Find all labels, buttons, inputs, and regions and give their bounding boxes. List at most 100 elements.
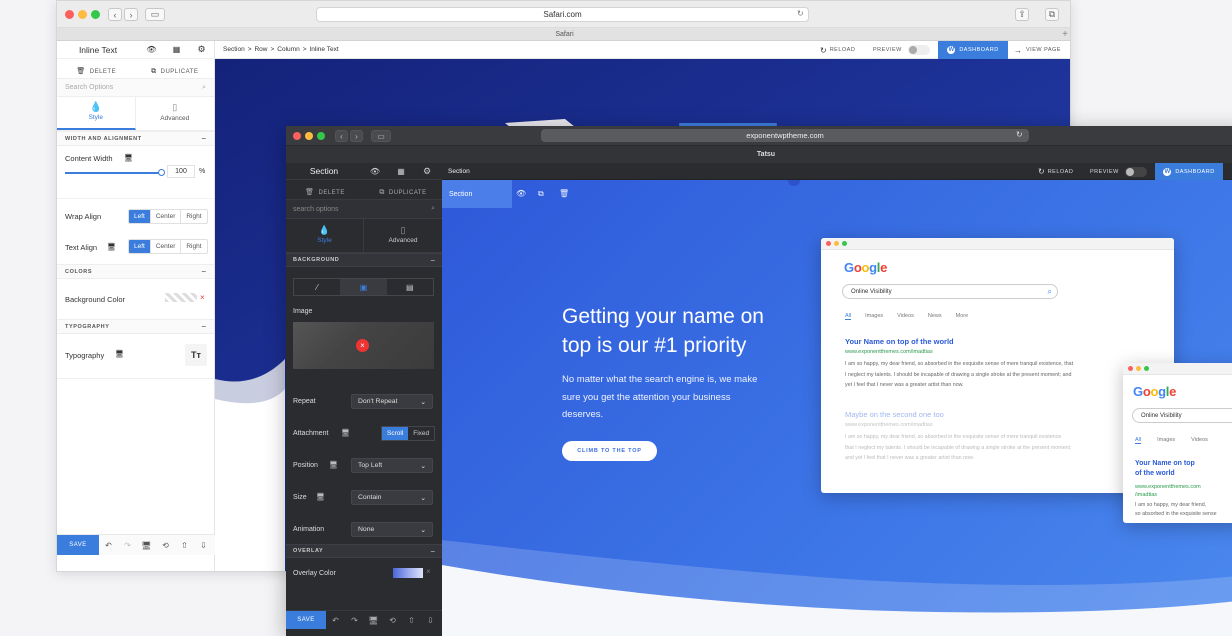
view-page-button[interactable]: → VIEW PAGE: [1014, 41, 1061, 59]
collapse-icon[interactable]: −: [430, 256, 435, 265]
sidebar-toggle-icon[interactable]: ▭: [145, 8, 165, 21]
crumb-row[interactable]: Row: [254, 46, 267, 53]
maximize-dot[interactable]: [317, 132, 325, 140]
tab-style[interactable]: 💧 Style: [57, 97, 136, 130]
wrap-align-left[interactable]: Left: [129, 210, 151, 223]
remove-image-icon[interactable]: ×: [356, 339, 369, 352]
copy-icon[interactable]: ⧉: [538, 189, 544, 199]
reload-button[interactable]: ↻ RELOAD: [1038, 163, 1073, 180]
undo-icon[interactable]: ↶: [99, 541, 118, 550]
responsive-icon[interactable]: 🖥: [364, 616, 383, 625]
reload-icon[interactable]: ↻: [797, 9, 804, 18]
wrap-align-center[interactable]: Center: [151, 210, 182, 223]
mock-tab[interactable]: More: [956, 313, 969, 320]
gear-icon[interactable]: ⚙: [414, 166, 440, 177]
section-colors[interactable]: COLORS −: [57, 264, 214, 279]
desktop-icon[interactable]: 🖥: [341, 429, 350, 437]
text-align-right[interactable]: Right: [181, 240, 206, 253]
sidebar-toggle-icon[interactable]: ▭: [371, 130, 391, 142]
eye-icon[interactable]: 👁: [139, 45, 164, 54]
close-dot[interactable]: [65, 10, 74, 19]
result-title[interactable]: Maybe on the second one too: [845, 410, 1113, 419]
share-icon[interactable]: ⇪: [1015, 8, 1029, 21]
desktop-icon[interactable]: 🖥: [124, 154, 133, 162]
mock-search-input[interactable]: Online Visibility: [1132, 408, 1232, 423]
save-button[interactable]: SAVE: [286, 611, 326, 629]
content-width-unit[interactable]: %: [199, 168, 205, 175]
forward-arrow-icon[interactable]: ›: [124, 8, 138, 21]
attachment-fixed[interactable]: Fixed: [408, 427, 434, 440]
mock-search-input[interactable]: Online Visibility ⌕: [842, 284, 1058, 299]
mock-tab[interactable]: News: [928, 313, 942, 320]
video-icon[interactable]: ▤: [387, 279, 433, 295]
duplicate-button[interactable]: ⧉ DUPLICATE: [136, 60, 215, 78]
content-width-slider[interactable]: [65, 172, 161, 174]
reload-button[interactable]: ↻ RELOAD: [820, 41, 855, 59]
trash-icon[interactable]: 🗑: [559, 189, 569, 198]
desktop-icon[interactable]: 🖥: [316, 493, 325, 501]
delete-button[interactable]: 🗑 DELETE: [286, 181, 364, 199]
address-bar[interactable]: exponentwptheme.com: [541, 129, 1029, 142]
import-icon[interactable]: ⇩: [421, 616, 440, 625]
typography-button[interactable]: Tт: [185, 344, 207, 366]
mock-tab[interactable]: Videos: [1191, 437, 1208, 444]
reload-icon[interactable]: ↻: [1016, 130, 1023, 139]
animation-select[interactable]: None ⌄: [351, 522, 433, 537]
section-overlay[interactable]: OVERLAY −: [286, 544, 442, 558]
save-button[interactable]: SAVE: [57, 535, 99, 555]
toggle-switch[interactable]: [907, 45, 930, 55]
mock-tab[interactable]: Images: [1157, 437, 1175, 444]
eye-icon[interactable]: 👁: [362, 167, 388, 176]
dashboard-button[interactable]: W DASHBOARD: [938, 41, 1008, 59]
tab-advanced[interactable]: ▯ Advanced: [136, 97, 215, 130]
new-tab-icon[interactable]: +: [1062, 28, 1068, 41]
grid-icon[interactable]: ▦: [164, 45, 189, 54]
climb-to-top-button[interactable]: CLIMB TO THE TOP: [562, 441, 657, 461]
color-swatch[interactable]: [165, 293, 197, 302]
overlay-color-swatch[interactable]: [393, 568, 423, 578]
minimize-dot[interactable]: [305, 132, 313, 140]
close-dot[interactable]: [293, 132, 301, 140]
text-align-left[interactable]: Left: [129, 240, 151, 253]
mock-tab[interactable]: All: [845, 313, 852, 320]
export-icon[interactable]: ⇧: [402, 616, 421, 625]
brush-icon[interactable]: ⁄: [294, 279, 340, 295]
position-select[interactable]: Top Left ⌄: [351, 458, 433, 473]
tab-title[interactable]: Safari: [555, 31, 573, 38]
search-input[interactable]: Search Options: [65, 84, 113, 91]
gear-icon[interactable]: ⚙: [189, 44, 214, 55]
slider-handle[interactable]: [158, 169, 165, 176]
crumb-column[interactable]: Column: [277, 46, 299, 53]
image-preview[interactable]: ×: [293, 322, 434, 369]
collapse-icon[interactable]: −: [201, 322, 206, 331]
forward-arrow-icon[interactable]: ›: [350, 130, 363, 142]
content-width-input[interactable]: 100: [167, 165, 195, 178]
size-select[interactable]: Contain ⌄: [351, 490, 433, 505]
undo-icon[interactable]: ↶: [326, 616, 345, 625]
maximize-dot[interactable]: [91, 10, 100, 19]
collapse-icon[interactable]: −: [430, 547, 435, 556]
section-typography[interactable]: TYPOGRAPHY −: [57, 319, 214, 334]
section-width-alignment[interactable]: WIDTH AND ALIGNMENT −: [57, 131, 214, 146]
desktop-icon[interactable]: 🖥: [107, 243, 116, 251]
grid-icon[interactable]: ▦: [388, 167, 414, 176]
mock-tab[interactable]: Videos: [897, 313, 914, 320]
eye-icon[interactable]: 👁: [516, 189, 526, 198]
preview-toggle[interactable]: PREVIEW: [1090, 163, 1147, 180]
responsive-icon[interactable]: 🖥: [137, 541, 156, 550]
export-icon[interactable]: ⇧: [175, 541, 194, 550]
text-align-center[interactable]: Center: [151, 240, 182, 253]
tabs-icon[interactable]: ⧉: [1045, 8, 1059, 21]
tab-title[interactable]: Tatsu: [757, 151, 775, 158]
minimize-dot[interactable]: [78, 10, 87, 19]
tab-style[interactable]: 💧 Style: [286, 219, 364, 252]
import-icon[interactable]: ⇩: [194, 541, 213, 550]
result-title[interactable]: Your Name on top of the world: [845, 337, 1113, 346]
repeat-select[interactable]: Don't Repeat ⌄: [351, 394, 433, 409]
preview-toggle[interactable]: PREVIEW: [873, 41, 930, 59]
crumb-inline-text[interactable]: Inline Text: [310, 46, 339, 53]
dashboard-button[interactable]: W DASHBOARD: [1155, 163, 1223, 180]
redo-icon[interactable]: ↷: [345, 616, 364, 625]
collapse-icon[interactable]: −: [201, 267, 206, 276]
duplicate-button[interactable]: ⧉ DUPLICATE: [364, 181, 442, 199]
